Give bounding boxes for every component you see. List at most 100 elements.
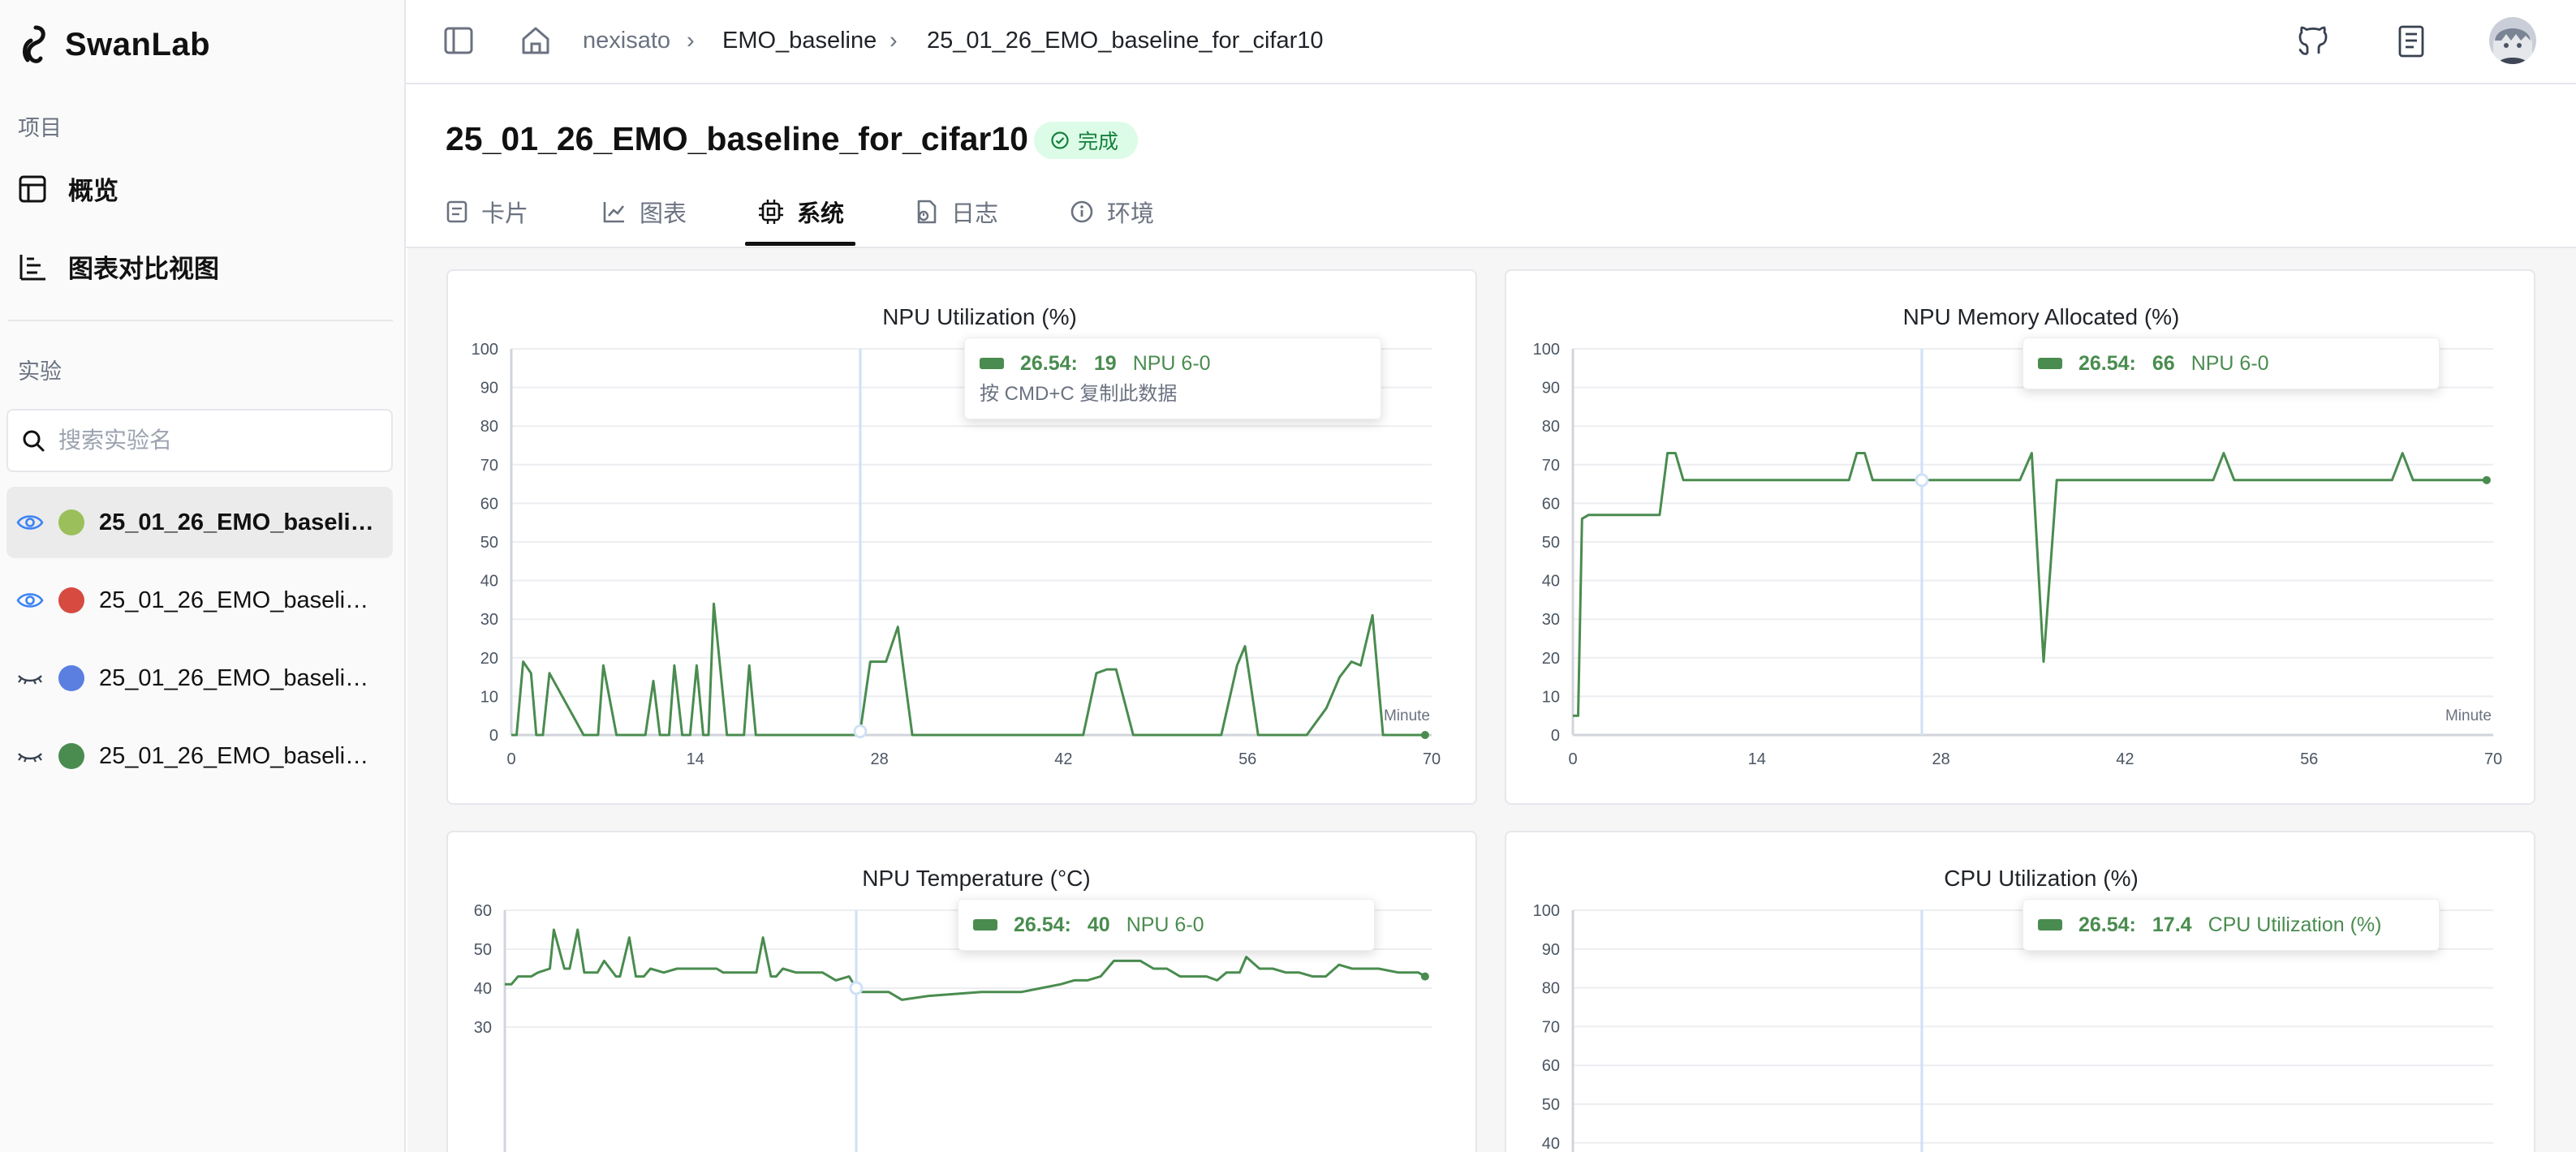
chart-title: NPU Utilization (%) bbox=[882, 304, 1077, 329]
y-tick-label: 70 bbox=[1542, 1018, 1560, 1036]
experiment-search[interactable] bbox=[6, 409, 393, 472]
x-tick-label: 56 bbox=[1238, 750, 1256, 768]
tab-cards[interactable]: 卡片 bbox=[446, 195, 528, 229]
bar-chart-icon bbox=[19, 254, 45, 280]
chart-title: NPU Memory Allocated (%) bbox=[1903, 304, 2180, 329]
x-axis-label: Minute bbox=[2445, 707, 2492, 724]
eye-icon[interactable] bbox=[16, 513, 44, 532]
top-bar: nexisato › EMO_baseline › 25_01_26_EMO_b… bbox=[406, 0, 2576, 84]
tab-charts-label: 图表 bbox=[640, 201, 687, 227]
y-tick-label: 50 bbox=[1542, 1096, 1560, 1114]
y-tick-label: 50 bbox=[474, 941, 492, 959]
page-title: 25_01_26_EMO_baseline_for_cifar10 bbox=[446, 120, 1028, 157]
nav-overview-label: 概览 bbox=[68, 177, 118, 205]
info-icon bbox=[1070, 200, 1093, 223]
sidebar-toggle-icon[interactable] bbox=[443, 26, 474, 55]
tab-environment[interactable]: 环境 bbox=[1070, 195, 1154, 229]
experiment-name: 25_01_26_EMO_baselin… bbox=[99, 509, 379, 535]
status-badge: 完成 bbox=[1034, 122, 1139, 159]
y-tick-label: 100 bbox=[472, 341, 498, 359]
breadcrumb-project[interactable]: EMO_baseline bbox=[722, 28, 877, 54]
chart-tooltip: 26.54: 19 NPU 6-0 按 CMD+C 复制此数据 bbox=[964, 337, 1381, 419]
y-tick-label: 100 bbox=[1533, 341, 1560, 359]
chart-tooltip: 26.54: 17.4 CPU Utilization (%) bbox=[2022, 899, 2440, 951]
y-tick-label: 40 bbox=[474, 980, 492, 998]
experiment-item[interactable]: 25_01_26_EMO_baselin… bbox=[6, 565, 393, 636]
status-text: 完成 bbox=[1078, 131, 1119, 153]
y-tick-label: 40 bbox=[1542, 1135, 1560, 1152]
chevron-right-icon: › bbox=[687, 28, 695, 54]
y-tick-label: 60 bbox=[1542, 1057, 1560, 1075]
tooltip-x: 26.54: bbox=[1014, 913, 1071, 936]
x-axis-label: Minute bbox=[1384, 707, 1430, 724]
tab-logs[interactable]: 日志 bbox=[914, 195, 998, 229]
y-tick-label: 50 bbox=[1542, 534, 1560, 552]
experiment-item[interactable]: 25_01_26_EMO_baselin… bbox=[6, 643, 393, 714]
series-swatch bbox=[2038, 358, 2062, 369]
charts-grid: NPU Utilization (%) 0 10 20 30 40 50 60 70 80 90 10… bbox=[407, 248, 2576, 1152]
cpu-icon bbox=[759, 200, 783, 224]
avatar[interactable] bbox=[2488, 16, 2537, 65]
logo[interactable]: SwanLab bbox=[18, 24, 210, 65]
chevron-right-icon: › bbox=[890, 28, 898, 54]
experiment-item[interactable]: 25_01_26_EMO_baselin… bbox=[6, 720, 393, 792]
nav-chart-compare-label: 图表对比视图 bbox=[68, 255, 219, 283]
tooltip-value: 66 bbox=[2152, 351, 2175, 375]
y-tick-label: 10 bbox=[1542, 688, 1560, 706]
table-icon bbox=[19, 175, 46, 202]
breadcrumb-workspace[interactable]: nexisato bbox=[583, 28, 670, 54]
x-tick-label: 28 bbox=[870, 750, 888, 768]
eye-closed-icon[interactable] bbox=[16, 668, 44, 688]
tab-charts[interactable]: 图表 bbox=[602, 195, 687, 229]
cpu-utilization-chart[interactable]: CPU Utilization (%) 40 50 60 70 80 90 100 bbox=[1506, 832, 2535, 1152]
sidebar-divider bbox=[8, 320, 393, 321]
eye-closed-icon[interactable] bbox=[16, 746, 44, 766]
nav-overview[interactable]: 概览 bbox=[18, 170, 118, 207]
search-input[interactable] bbox=[58, 428, 367, 453]
y-tick-label: 70 bbox=[1542, 457, 1560, 475]
y-tick-label: 80 bbox=[480, 418, 498, 436]
chart-card[interactable]: CPU Utilization (%) 40 50 60 70 80 90 100 26.54… bbox=[1505, 831, 2535, 1152]
docs-icon[interactable] bbox=[2396, 24, 2427, 58]
app-root: SwanLab 项目 概览 图表对比视图 实验 搜索实验名 25_01_26_E… bbox=[0, 0, 2576, 1152]
experiment-name: 25_01_26_EMO_baselin… bbox=[99, 587, 379, 613]
y-tick-label: 60 bbox=[1542, 495, 1560, 513]
y-tick-label: 20 bbox=[1542, 650, 1560, 668]
github-icon[interactable] bbox=[2295, 23, 2331, 58]
series-end-point bbox=[1420, 972, 1429, 981]
series-end-point bbox=[1420, 731, 1429, 739]
y-tick-label: 90 bbox=[1542, 941, 1560, 959]
series-swatch bbox=[973, 919, 997, 931]
experiment-color-dot bbox=[58, 665, 84, 691]
eye-icon[interactable] bbox=[16, 591, 44, 610]
log-icon bbox=[917, 200, 937, 224]
hover-marker bbox=[1915, 473, 1929, 488]
breadcrumb-experiment[interactable]: 25_01_26_EMO_baseline_for_cifar10 bbox=[927, 28, 1324, 54]
series-swatch bbox=[2038, 919, 2062, 931]
chart-tooltip: 26.54: 40 NPU 6-0 bbox=[958, 899, 1375, 951]
y-tick-label: 0 bbox=[489, 727, 498, 745]
nav-chart-compare[interactable]: 图表对比视图 bbox=[18, 248, 219, 285]
experiment-color-dot bbox=[58, 587, 84, 613]
experiment-color-dot bbox=[58, 743, 84, 769]
tooltip-series: NPU 6-0 bbox=[2190, 351, 2269, 375]
tab-system[interactable]: 系统 bbox=[758, 195, 844, 229]
experiment-item[interactable]: 25_01_26_EMO_baselin… bbox=[6, 487, 393, 558]
npu-temperature-chart[interactable]: NPU Temperature (°C) 30 40 50 60 bbox=[448, 832, 1477, 1152]
chart-tooltip: 26.54: 66 NPU 6-0 bbox=[2022, 337, 2440, 389]
tooltip-hint: 按 CMD+C 复制此数据 bbox=[980, 383, 1178, 405]
y-tick-label: 10 bbox=[480, 688, 498, 706]
home-icon[interactable] bbox=[519, 24, 552, 57]
chart-title: CPU Utilization (%) bbox=[1944, 866, 2139, 891]
y-tick-label: 30 bbox=[480, 611, 498, 629]
chart-card[interactable]: NPU Memory Allocated (%) 0 10 20 30 40 50 60 70 8… bbox=[1505, 269, 2535, 805]
chart-card[interactable]: NPU Utilization (%) 0 10 20 30 40 50 60 70 80 90 10… bbox=[446, 269, 1477, 805]
experiment-color-dot bbox=[58, 509, 84, 535]
chart-card[interactable]: NPU Temperature (°C) 30 40 50 60 26.54: 40 N… bbox=[446, 831, 1477, 1152]
tab-logs-label: 日志 bbox=[951, 201, 999, 227]
x-tick-label: 14 bbox=[1748, 750, 1766, 768]
y-tick-label: 70 bbox=[480, 457, 498, 475]
tooltip-value: 17.4 bbox=[2152, 913, 2192, 936]
tab-environment-label: 环境 bbox=[1107, 201, 1155, 227]
y-tick-label: 60 bbox=[474, 902, 492, 920]
